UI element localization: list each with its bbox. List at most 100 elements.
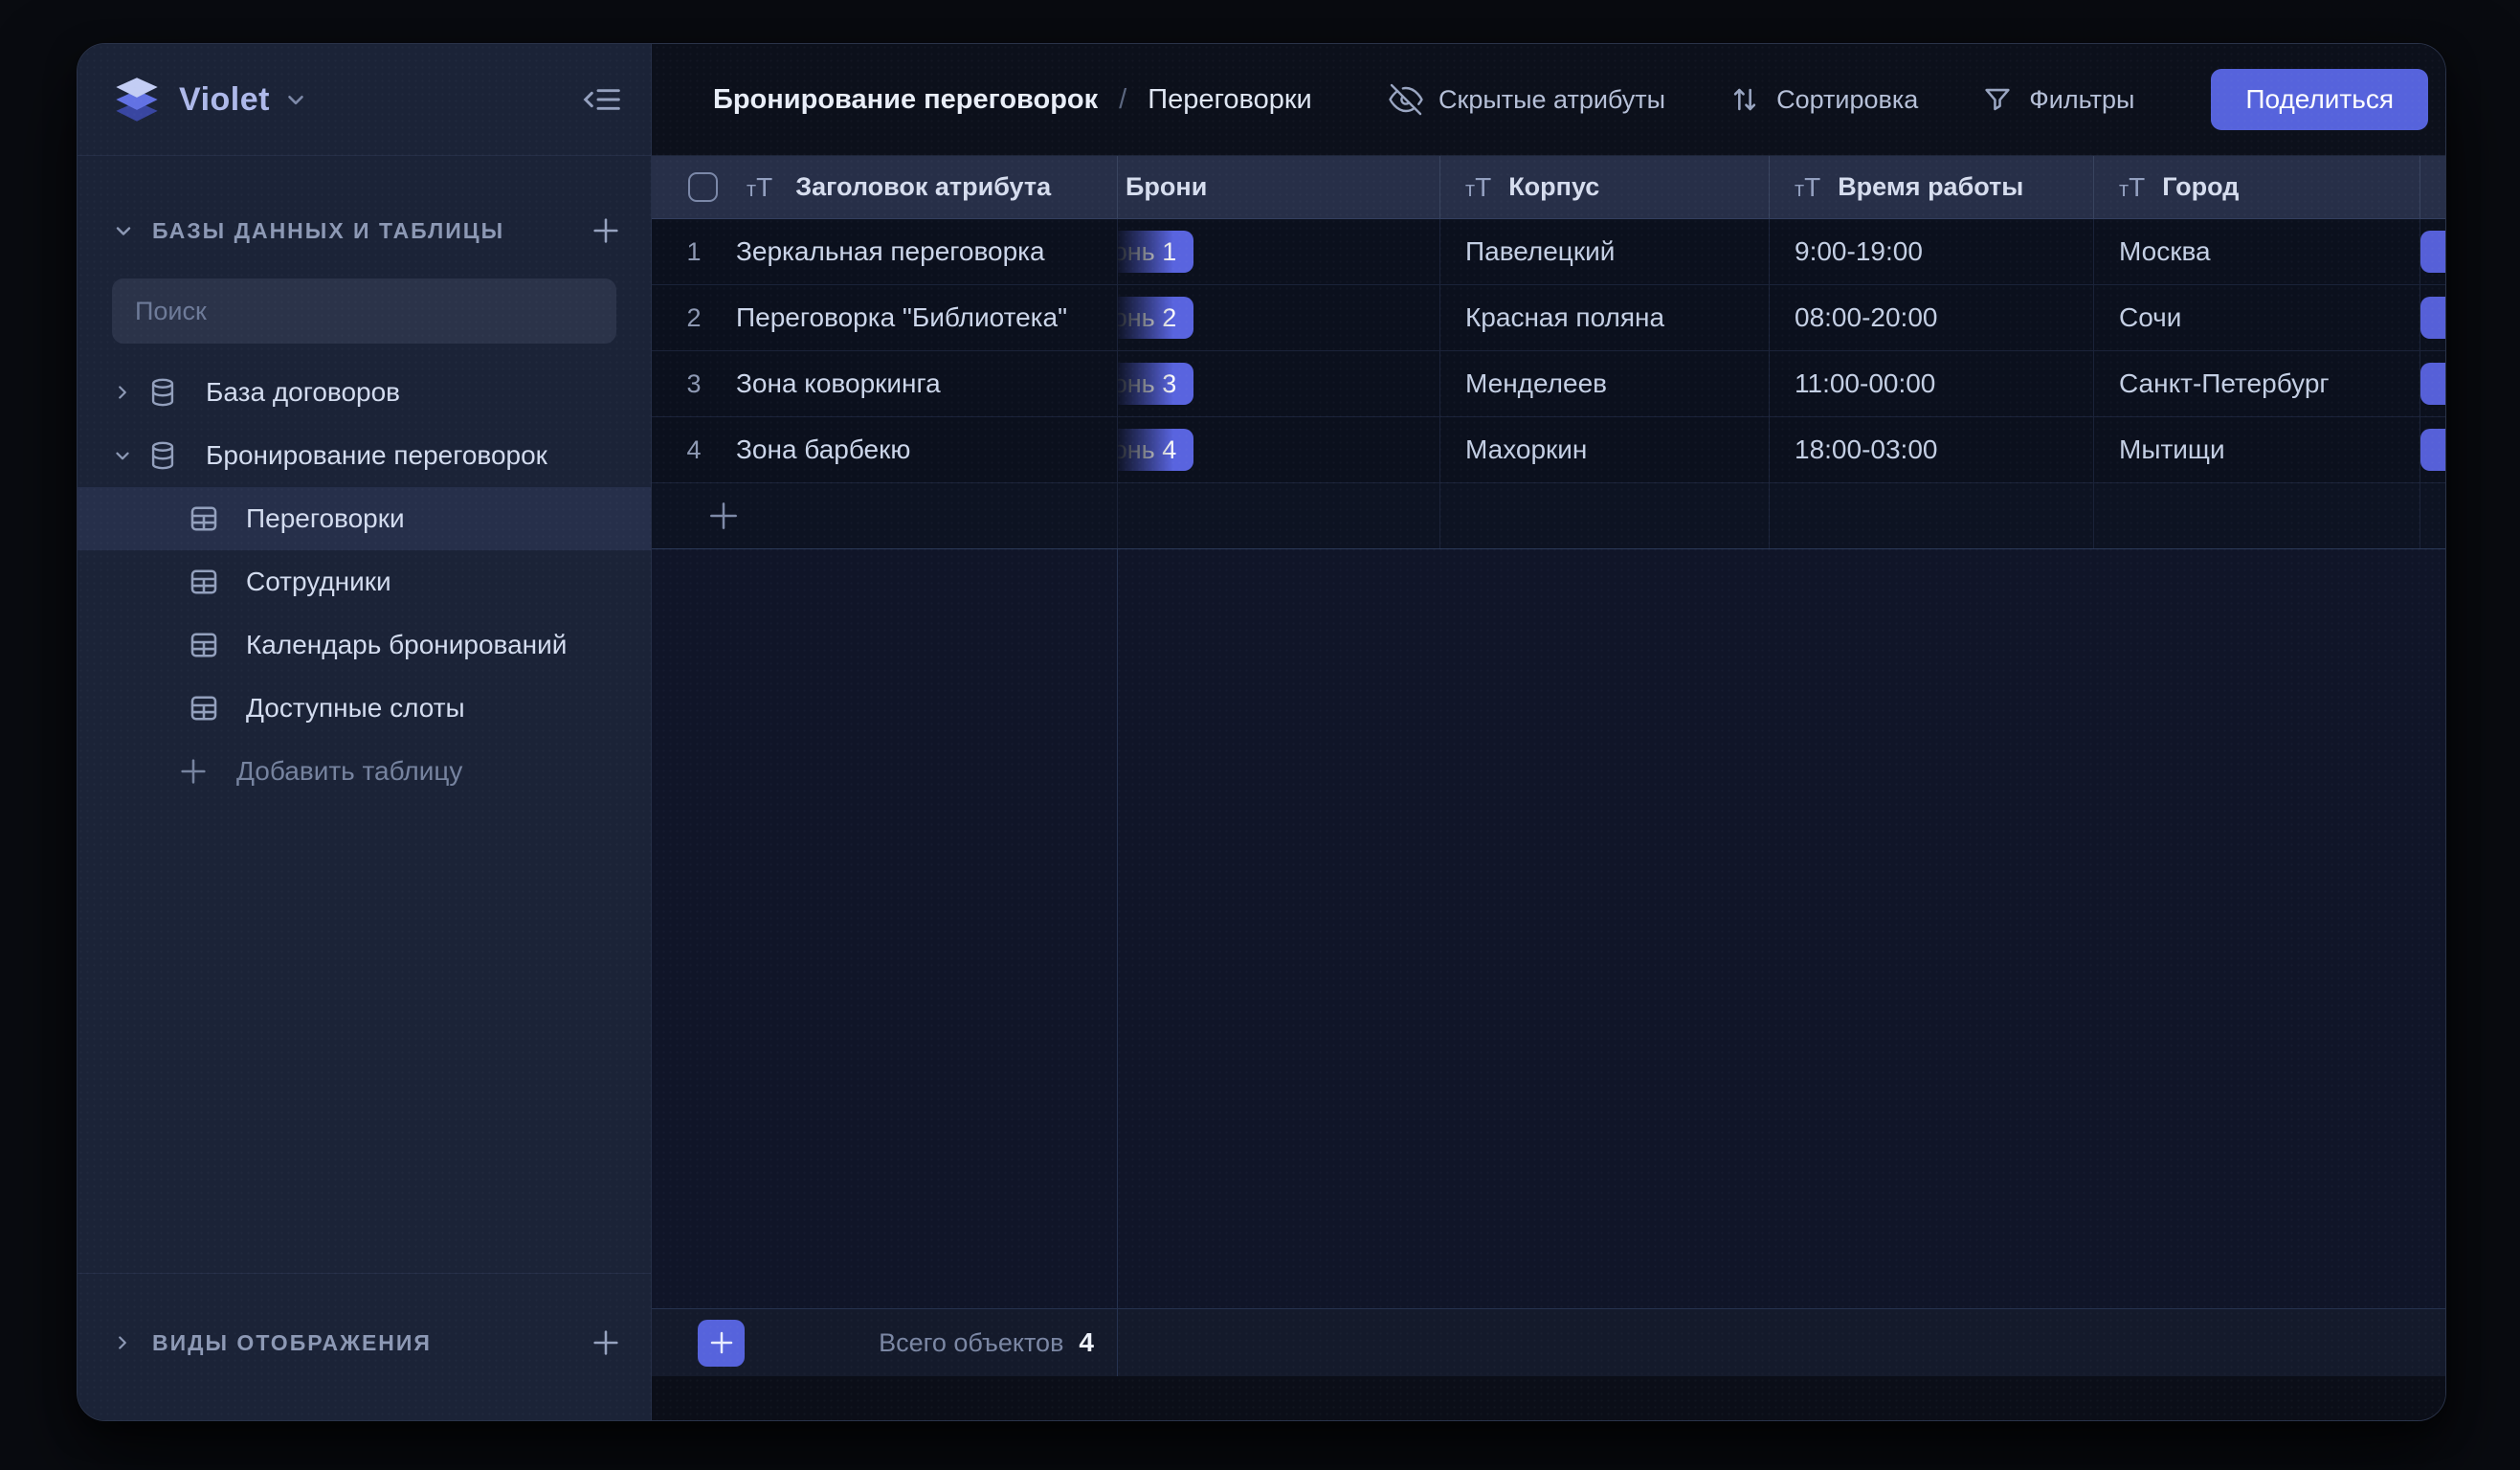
linked-record-chip[interactable]: Бронь 4 — [1118, 429, 1193, 471]
topbar: Бронирование переговорок / Переговорки С… — [652, 44, 2445, 156]
linked-record-chip[interactable]: Бронь 2 — [1118, 297, 1193, 339]
sidebar-item-table-meeting-rooms[interactable]: Переговорки — [78, 487, 651, 550]
database-icon — [146, 439, 185, 472]
sidebar-item-label: Календарь бронирований — [246, 630, 567, 660]
grid-footer: Всего объектов 4 — [652, 1308, 2445, 1376]
linked-record-chip[interactable]: Бронь 1 — [1118, 231, 1193, 273]
cell-hours[interactable]: 18:00-03:00 — [1769, 417, 2093, 482]
cell-hours[interactable]: 11:00-00:00 — [1769, 351, 2093, 416]
table-row: 3 Зона коворкинга Бронь 3 Менделеев 11:0… — [652, 351, 2445, 417]
cell-title[interactable]: 4 Зона барбекю — [652, 417, 1117, 482]
chip-label: Бронь 2 — [1118, 297, 1193, 339]
text-type-icon — [1465, 174, 1491, 201]
chevron-right-icon[interactable] — [112, 1332, 137, 1353]
sidebar-item-table-booking-calendar[interactable]: Календарь бронирований — [78, 613, 651, 677]
cell-bookings[interactable]: Бронь 3 — [1117, 351, 1439, 416]
cell-hours[interactable]: 08:00-20:00 — [1769, 285, 2093, 350]
cell-building[interactable]: Менделеев — [1439, 351, 1769, 416]
breadcrumb-table[interactable]: Переговорки — [1148, 84, 1312, 116]
hidden-attributes-label: Скрытые атрибуты — [1438, 85, 1665, 115]
sidebar-item-database-bookings[interactable]: Бронирование переговорок — [78, 424, 651, 487]
breadcrumb: Бронирование переговорок / Переговорки — [713, 84, 1312, 116]
add-table-label: Добавить таблицу — [236, 756, 462, 787]
cell-text: Павелецкий — [1440, 236, 1615, 267]
column-header-title[interactable]: Заголовок атрибута — [652, 156, 1117, 218]
chip-label: Бронь 1 — [1118, 231, 1193, 273]
linked-record-chip-clipped[interactable] — [2420, 231, 2445, 273]
topbar-actions: Скрытые атрибуты Сортировка Фильтры Поде… — [1389, 69, 2428, 130]
chevron-down-icon[interactable] — [112, 219, 137, 242]
add-table-button[interactable]: Добавить таблицу — [78, 740, 651, 803]
cell-text: Менделеев — [1440, 368, 1607, 399]
sorting-button[interactable]: Сортировка — [1728, 83, 1918, 116]
linked-record-chip[interactable]: Бронь 3 — [1118, 363, 1193, 405]
chip-label: Бронь 4 — [1118, 429, 1193, 471]
sidebar-item-label: Бронирование переговорок — [206, 440, 547, 471]
column-header-clipped — [2420, 156, 2445, 218]
sidebar-item-label: Сотрудники — [246, 567, 391, 597]
filters-button[interactable]: Фильтры — [1981, 83, 2134, 116]
linked-record-chip-clipped[interactable] — [2420, 297, 2445, 339]
add-database-button[interactable] — [590, 214, 622, 247]
cell-bookings[interactable]: Бронь 1 — [1117, 219, 1439, 284]
cell-title-text: Переговорка "Библиотека" — [736, 302, 1067, 333]
table-icon — [187, 565, 225, 599]
table-row: 2 Переговорка "Библиотека" Бронь 2 Красн… — [652, 285, 2445, 351]
cell-building[interactable]: Красная поляна — [1439, 285, 1769, 350]
cell-text: 08:00-20:00 — [1770, 302, 1937, 333]
cell-city[interactable]: Мытищи — [2093, 417, 2420, 482]
hidden-attributes-button[interactable]: Скрытые атрибуты — [1389, 82, 1665, 117]
add-view-button[interactable] — [590, 1326, 622, 1359]
table-row: 4 Зона барбекю Бронь 4 Махоркин 18:00-03… — [652, 417, 2445, 483]
add-record-row[interactable] — [652, 483, 2445, 549]
cell-text: Санкт-Петербург — [2094, 368, 2330, 399]
column-header-building[interactable]: Корпус — [1439, 156, 1769, 218]
total-objects-value: 4 — [1079, 1327, 1094, 1358]
cell-bookings[interactable]: Бронь 2 — [1117, 285, 1439, 350]
column-label: Корпус — [1508, 172, 1599, 202]
cell-title[interactable]: 2 Переговорка "Библиотека" — [652, 285, 1117, 350]
filters-label: Фильтры — [2029, 85, 2134, 115]
sidebar-item-database-contracts[interactable]: База договоров — [78, 361, 651, 424]
sidebar-item-table-employees[interactable]: Сотрудники — [78, 550, 651, 613]
select-all-checkbox[interactable] — [688, 172, 718, 202]
search-input[interactable] — [135, 297, 593, 326]
table-header-row: Заголовок атрибута Брони Корпус Время ра… — [652, 156, 2445, 219]
row-number: 1 — [652, 237, 736, 267]
cell-title[interactable]: 3 Зона коворкинга — [652, 351, 1117, 416]
sidebar-item-table-available-slots[interactable]: Доступные слоты — [78, 677, 651, 740]
column-header-city[interactable]: Город — [2093, 156, 2420, 218]
cell-title[interactable]: 1 Зеркальная переговорка — [652, 219, 1117, 284]
cell-hours[interactable]: 9:00-19:00 — [1769, 219, 2093, 284]
app-logo-icon — [112, 75, 162, 124]
cell-text: Махоркин — [1440, 434, 1587, 465]
chip-label: Бронь 3 — [1118, 363, 1193, 405]
database-tree: База договоров Бронирование переговорок — [78, 361, 651, 803]
chevron-down-icon[interactable] — [112, 445, 137, 466]
cell-title-text: Зеркальная переговорка — [736, 236, 1045, 267]
cell-city[interactable]: Санкт-Петербург — [2093, 351, 2420, 416]
total-objects-label: Всего объектов — [879, 1328, 1063, 1358]
filter-funnel-icon — [1981, 83, 2014, 116]
cell-building[interactable]: Махоркин — [1439, 417, 1769, 482]
add-object-button[interactable] — [698, 1320, 745, 1367]
cell-bookings[interactable]: Бронь 4 — [1117, 417, 1439, 482]
column-header-bookings[interactable]: Брони — [1117, 156, 1439, 218]
add-record-icon[interactable] — [652, 498, 742, 534]
linked-record-chip-clipped[interactable] — [2420, 363, 2445, 405]
cell-city[interactable]: Москва — [2093, 219, 2420, 284]
column-header-hours[interactable]: Время работы — [1769, 156, 2093, 218]
linked-record-chip-clipped[interactable] — [2420, 429, 2445, 471]
share-button[interactable]: Поделиться — [2211, 69, 2428, 130]
chevron-right-icon[interactable] — [112, 382, 137, 403]
cell-city[interactable]: Сочи — [2093, 285, 2420, 350]
collapse-sidebar-icon[interactable] — [582, 84, 622, 115]
workspace-name: Violet — [179, 81, 270, 119]
cell-building[interactable]: Павелецкий — [1439, 219, 1769, 284]
workspace-switcher-chevron-icon[interactable] — [283, 87, 308, 112]
section-views-label: ВИДЫ ОТОБРАЖЕНИЯ — [152, 1330, 432, 1356]
row-number: 4 — [652, 435, 736, 465]
sidebar-item-label: База договоров — [206, 377, 400, 408]
breadcrumb-database[interactable]: Бронирование переговорок — [713, 84, 1098, 116]
text-type-icon — [1795, 174, 1820, 201]
